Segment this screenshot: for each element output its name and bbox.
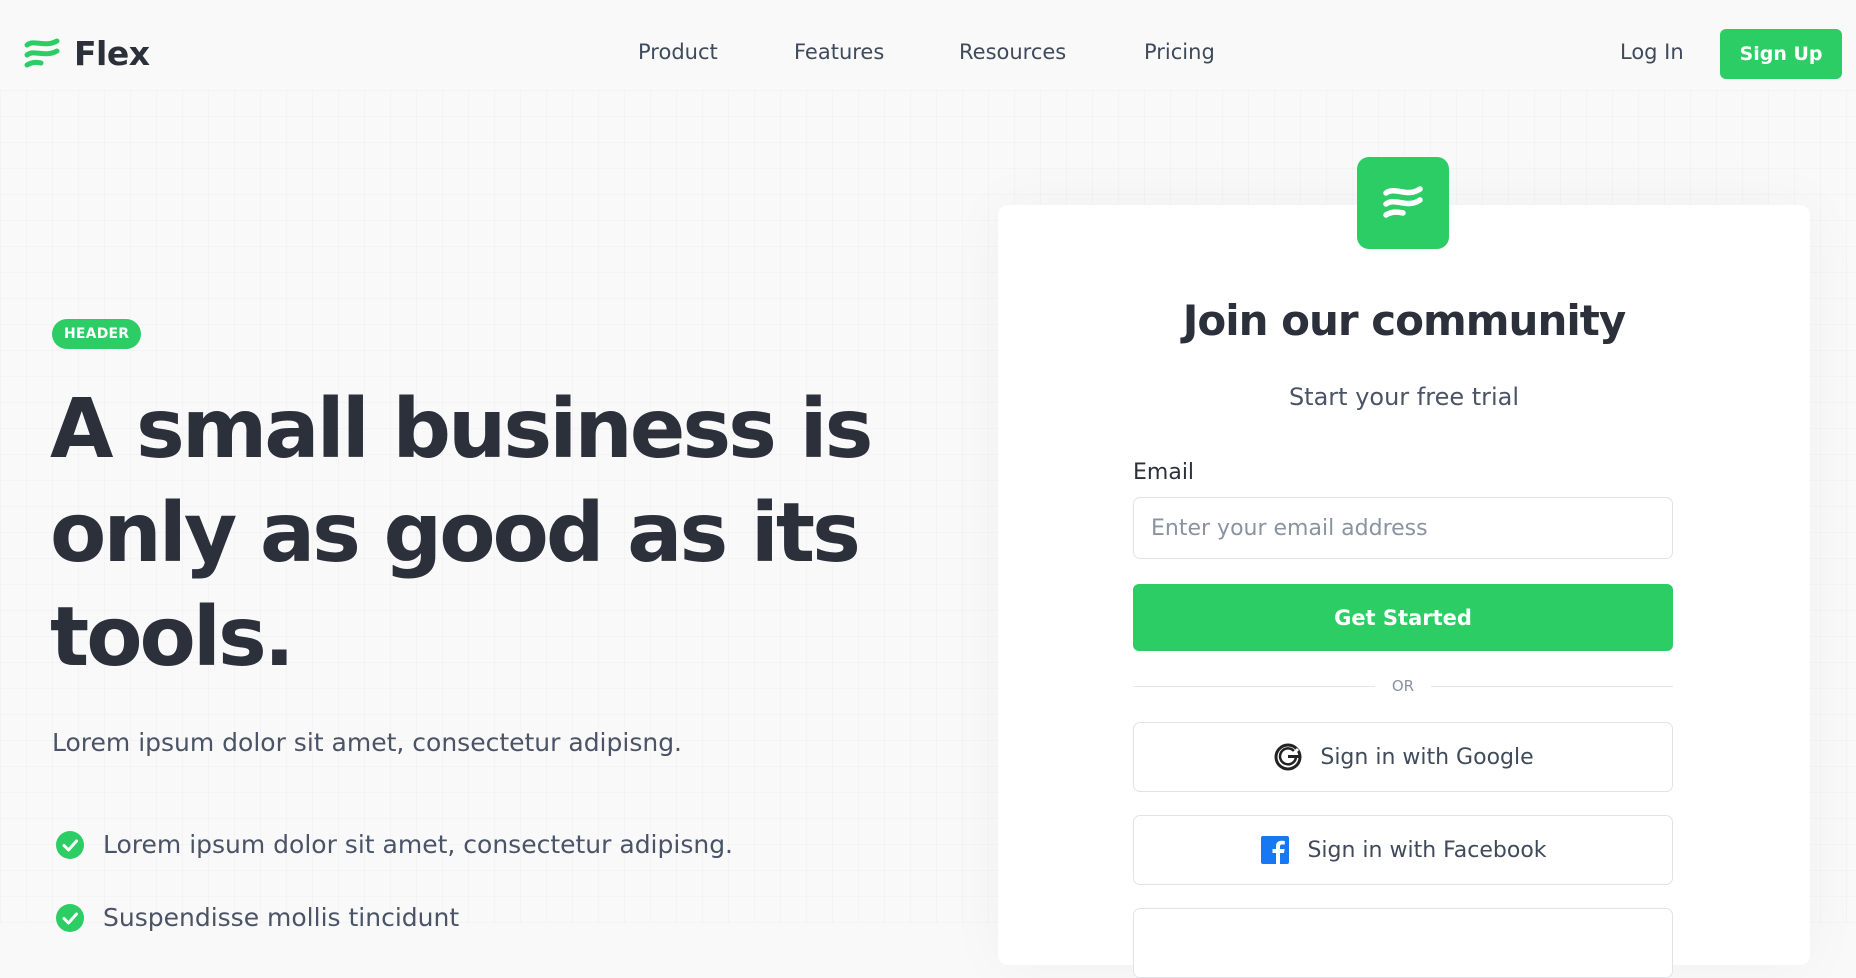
brand-name: Flex — [74, 34, 150, 73]
google-signin-button[interactable]: Sign in with Google — [1133, 722, 1673, 792]
google-icon — [1274, 743, 1302, 771]
headline-line-1: A small business is — [50, 382, 873, 477]
headline-line-3: tools. — [50, 590, 295, 685]
or-divider: OR — [1133, 675, 1673, 697]
login-link[interactable]: Log In — [1620, 40, 1684, 64]
facebook-signin-button[interactable]: Sign in with Facebook — [1133, 815, 1673, 885]
nav-link-resources[interactable]: Resources — [959, 40, 1066, 64]
feature-text: Suspendisse mollis tincidunt — [103, 903, 460, 932]
feature-list-item: Suspendisse mollis tincidunt — [55, 881, 733, 954]
hero-lead-text: Lorem ipsum dolor sit amet, consectetur … — [52, 728, 683, 757]
google-signin-label: Sign in with Google — [1320, 744, 1534, 770]
nav-link-features[interactable]: Features — [794, 40, 884, 64]
top-navbar: Flex Product Features Resources Pricing … — [0, 0, 1856, 108]
feature-text: Lorem ipsum dolor sit amet, consectetur … — [103, 830, 734, 859]
section-badge: HEADER — [52, 319, 142, 349]
card-subtitle: Start your free trial — [1288, 383, 1520, 411]
brand-logo[interactable]: Flex — [24, 34, 150, 73]
feature-list: Lorem ipsum dolor sit amet, consectetur … — [55, 808, 733, 954]
flex-logo-icon — [24, 38, 60, 67]
card-title: Join our community — [1182, 296, 1626, 345]
check-circle-icon — [56, 903, 84, 932]
get-started-button[interactable]: Get Started — [1133, 584, 1673, 651]
next-signin-button[interactable] — [1133, 908, 1673, 978]
email-label: Email — [1133, 460, 1195, 485]
signup-button[interactable]: Sign Up — [1720, 29, 1842, 79]
facebook-icon — [1261, 836, 1290, 865]
nav-link-product[interactable]: Product — [638, 40, 718, 64]
flex-app-icon — [1357, 157, 1449, 249]
hero-headline: A small business is only as good as its … — [50, 378, 910, 690]
facebook-signin-label: Sign in with Facebook — [1307, 837, 1547, 863]
nav-link-pricing[interactable]: Pricing — [1144, 40, 1215, 64]
check-circle-icon — [56, 830, 84, 859]
email-field[interactable] — [1133, 497, 1673, 559]
flex-logo-icon — [1383, 186, 1423, 218]
headline-line-2: only as good as its — [50, 486, 861, 581]
divider-line-right — [1431, 686, 1673, 687]
feature-list-item: Lorem ipsum dolor sit amet, consectetur … — [55, 808, 733, 881]
